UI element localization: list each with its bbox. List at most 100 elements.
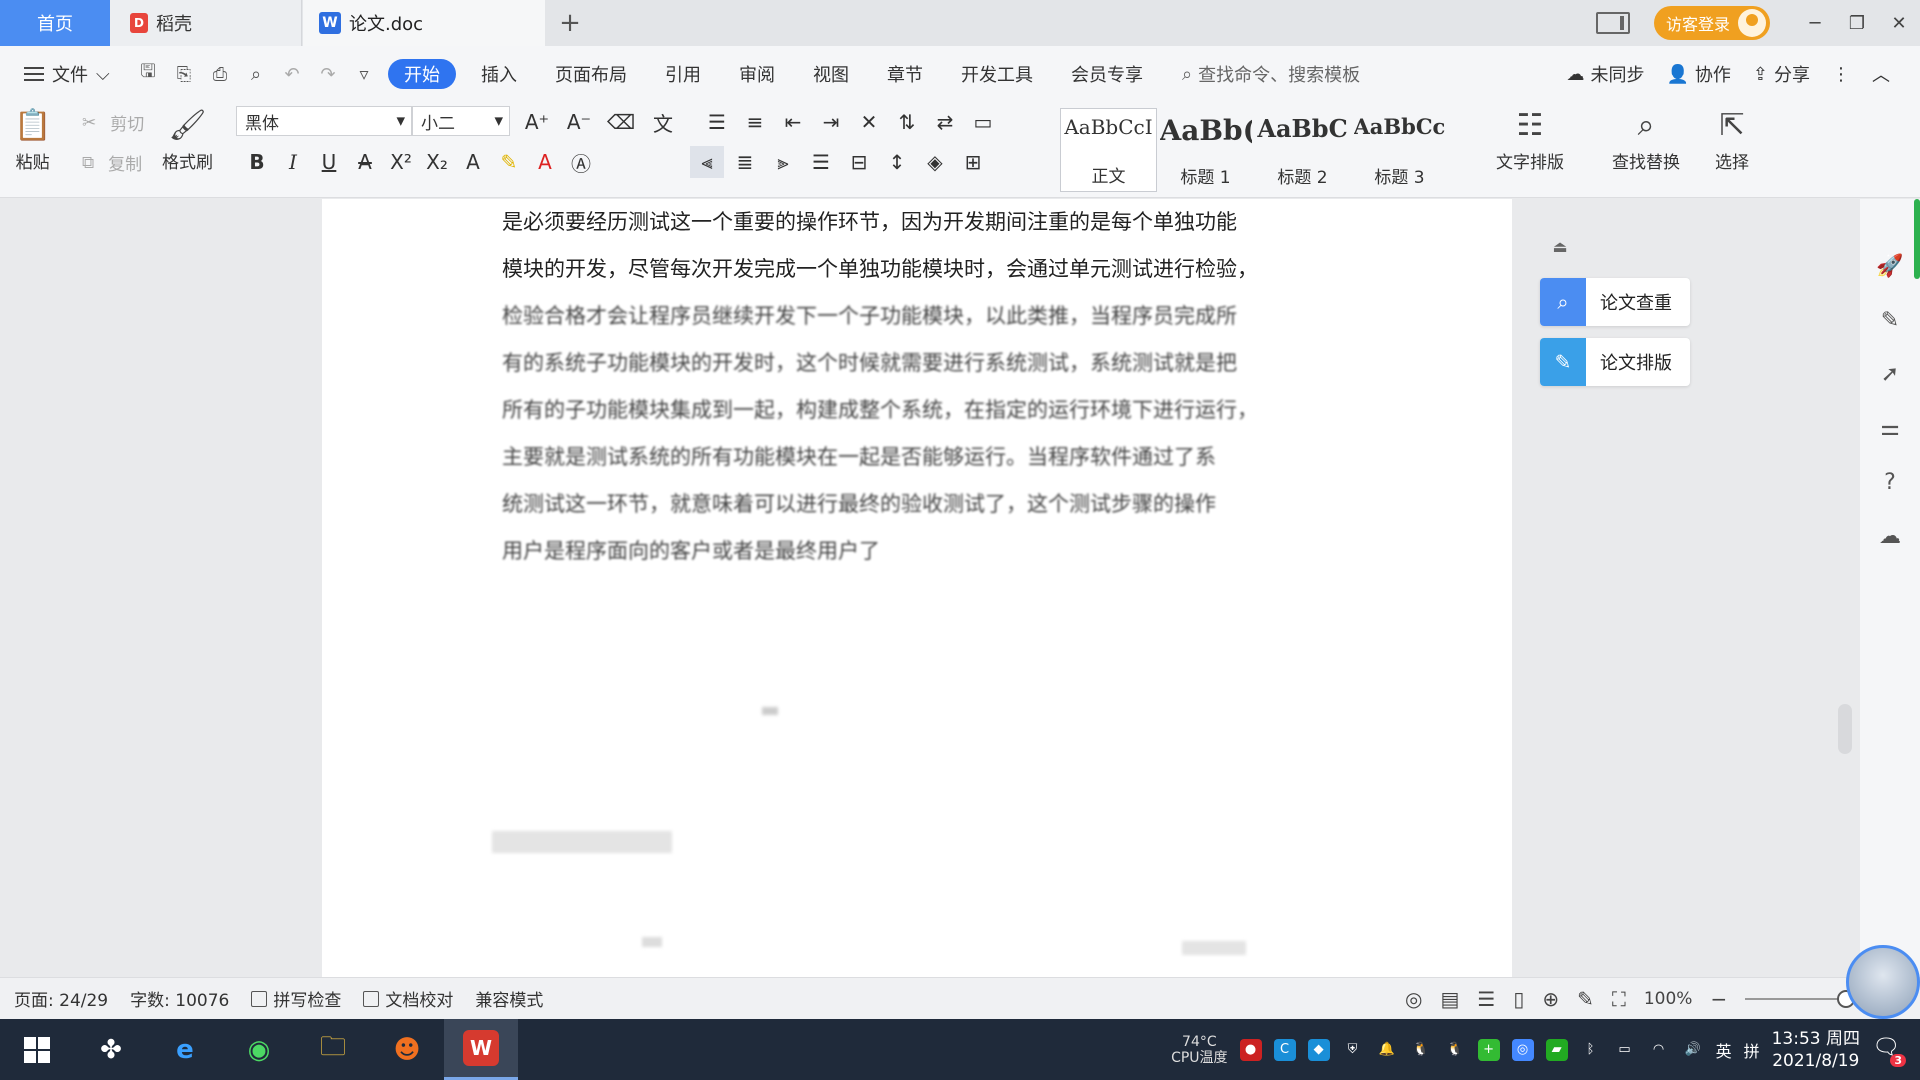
assistant-avatar[interactable] xyxy=(1846,945,1920,1019)
shading-icon[interactable]: ◈ xyxy=(918,146,952,178)
tray-app-icon[interactable]: C xyxy=(1273,1038,1296,1061)
write-view-icon[interactable]: ✎ xyxy=(1577,987,1594,1011)
tab-view[interactable]: 视图 xyxy=(794,59,868,89)
tray-app-icon[interactable]: ◆ xyxy=(1307,1038,1330,1061)
grow-font-icon[interactable]: A⁺ xyxy=(520,106,554,138)
shrink-font-icon[interactable]: A⁻ xyxy=(562,106,596,138)
word-count[interactable]: 字数: 10076 xyxy=(130,986,229,1011)
format-painter-button[interactable]: 🖌 格式刷 xyxy=(162,104,213,173)
font-name-select[interactable]: 黑体 ▾ xyxy=(236,106,412,136)
sync-button[interactable]: ☁ 未同步 xyxy=(1566,61,1644,87)
text-direction-icon[interactable]: ⇄ xyxy=(928,106,962,138)
command-search[interactable]: ⌕ 查找命令、搜索模板 xyxy=(1182,61,1360,87)
tab-page-layout[interactable]: 页面布局 xyxy=(536,59,646,89)
page-indicator[interactable]: 页面: 24/29 xyxy=(14,986,108,1011)
subscript-icon[interactable]: X₂ xyxy=(420,146,454,178)
thesis-check-button[interactable]: ⌕ 论文查重 xyxy=(1540,278,1690,326)
align-left-icon[interactable]: ⫷ xyxy=(690,146,724,178)
highlight-icon[interactable]: ✎ xyxy=(492,146,526,178)
volume-icon[interactable]: 🔊 xyxy=(1682,1039,1704,1061)
spell-check-toggle[interactable]: 拼写检查 xyxy=(251,986,341,1011)
eye-protection-icon[interactable]: ◎ xyxy=(1405,987,1422,1011)
share-button[interactable]: ⇪ 分享 xyxy=(1753,61,1810,87)
justify-icon[interactable]: ☰ xyxy=(804,146,838,178)
shield-icon[interactable]: ⛨ xyxy=(1342,1039,1364,1061)
bold-icon[interactable]: B xyxy=(240,146,274,178)
help-icon[interactable]: ? xyxy=(1860,455,1920,509)
taskbar-app-browser[interactable]: ◉ xyxy=(222,1019,296,1080)
bell-icon[interactable]: 🔔 xyxy=(1376,1039,1398,1061)
taskbar-app-explorer[interactable]: 🗀 xyxy=(296,1019,370,1080)
collapse-ribbon-button[interactable]: ︿ xyxy=(1872,61,1890,87)
document-page[interactable]: 是必须要经历测试这一个重要的操作环节，因为开发期间注重的是每个单独功能 模块的开… xyxy=(322,199,1512,977)
zoom-out-icon[interactable]: − xyxy=(1710,987,1727,1011)
pointer-icon[interactable]: ➚ xyxy=(1860,347,1920,401)
ime-indicator[interactable]: 拼 xyxy=(1744,1038,1760,1062)
undo-button[interactable]: ↶ xyxy=(274,59,310,89)
tab-insert[interactable]: 插入 xyxy=(462,59,536,89)
close-button[interactable]: ✕ xyxy=(1878,0,1920,46)
backup-icon[interactable]: ☁ xyxy=(1860,509,1920,563)
action-center-button[interactable]: 🗨 3 xyxy=(1872,1035,1906,1067)
customize-quick-access-button[interactable]: ▿ xyxy=(346,59,382,89)
save-button[interactable]: 🖫 xyxy=(130,59,166,89)
bullet-list-icon[interactable]: ☰ xyxy=(700,106,734,138)
tab-developer[interactable]: 开发工具 xyxy=(942,59,1052,89)
zoom-level[interactable]: 100% xyxy=(1644,989,1693,1009)
align-right-icon[interactable]: ⫸ xyxy=(766,146,800,178)
tab-document[interactable]: W 论文.doc xyxy=(303,0,545,46)
tab-member[interactable]: 会员专享 xyxy=(1052,59,1162,89)
paste-button[interactable]: 📋 粘贴 xyxy=(14,104,51,173)
font-color-icon[interactable]: A xyxy=(528,146,562,178)
thesis-layout-button[interactable]: ✎ 论文排版 xyxy=(1540,338,1690,386)
tray-app-icon[interactable]: ● xyxy=(1239,1038,1262,1061)
doc-proof-button[interactable]: 文档校对 xyxy=(363,986,453,1011)
fit-page-icon[interactable]: ⛶ xyxy=(1612,987,1626,1011)
page-view-icon[interactable]: ▤ xyxy=(1440,987,1459,1011)
select-button[interactable]: ⇱ 选择 xyxy=(1715,104,1749,173)
copy-button[interactable]: ⧉ 复制 xyxy=(82,150,142,176)
distributed-icon[interactable]: ⊟ xyxy=(842,146,876,178)
tab-daoke[interactable]: D 稻壳 xyxy=(110,0,302,46)
new-tab-button[interactable]: + xyxy=(550,0,590,46)
tray-app-icon[interactable]: + xyxy=(1477,1038,1500,1061)
chinese-layout-icon[interactable]: ✕ xyxy=(852,106,886,138)
numbered-list-icon[interactable]: ≡ xyxy=(738,106,772,138)
window-layout-icon[interactable] xyxy=(1595,12,1630,34)
print-preview-button[interactable]: ⌕ xyxy=(238,59,274,89)
taskbar-app-ie[interactable]: e xyxy=(148,1019,222,1080)
print-button[interactable]: ⎙ xyxy=(202,59,238,89)
ruler-icon[interactable]: ▭ xyxy=(966,106,1000,138)
italic-icon[interactable]: I xyxy=(276,146,310,178)
visitor-login-button[interactable]: 访客登录 xyxy=(1653,6,1770,40)
clock[interactable]: 13:53 周四 2021/8/19 xyxy=(1772,1028,1860,1072)
settings-sliders-icon[interactable]: ⚌ xyxy=(1860,401,1920,455)
phonetic-guide-icon[interactable]: 文 xyxy=(646,106,680,138)
pen-icon[interactable]: ✎ xyxy=(1860,293,1920,347)
style-heading-3[interactable]: AaBbCcl 标题 3 xyxy=(1351,108,1448,192)
find-replace-button[interactable]: ⌕ 查找替换 xyxy=(1612,104,1680,173)
clear-format-icon[interactable]: ⌫ xyxy=(604,106,638,138)
tab-chapter[interactable]: 章节 xyxy=(868,59,942,89)
line-spacing-icon[interactable]: ↕ xyxy=(880,146,914,178)
input-lang-indicator[interactable]: 英 xyxy=(1716,1038,1732,1062)
tray-app-icon[interactable]: ◎ xyxy=(1511,1038,1534,1061)
taskbar-app-game[interactable]: ☻ xyxy=(370,1019,444,1080)
style-heading-1[interactable]: AaBb( 标题 1 xyxy=(1157,108,1254,192)
nvidia-icon[interactable]: ▰ xyxy=(1545,1038,1568,1061)
superscript-icon[interactable]: X² xyxy=(384,146,418,178)
battery-icon[interactable]: ▭ xyxy=(1614,1039,1636,1061)
file-menu[interactable]: 文件 ⌵ xyxy=(0,61,130,87)
tab-home[interactable]: 首页 xyxy=(0,0,110,46)
style-heading-2[interactable]: AaBbC 标题 2 xyxy=(1254,108,1351,192)
panel-collapse-button[interactable]: ⏏ xyxy=(1545,232,1575,260)
tab-references[interactable]: 引用 xyxy=(646,59,720,89)
style-normal[interactable]: AaBbCcI 正文 xyxy=(1060,108,1157,192)
vertical-scrollbar[interactable] xyxy=(1835,199,1855,977)
cut-button[interactable]: ✂ 剪切 xyxy=(82,110,144,136)
rocket-icon[interactable]: 🚀 xyxy=(1860,239,1920,293)
minimize-button[interactable]: ─ xyxy=(1794,0,1836,46)
outline-view-icon[interactable]: ☰ xyxy=(1477,987,1495,1011)
export-button[interactable]: ⎘ xyxy=(166,59,202,89)
reading-view-icon[interactable]: ▯ xyxy=(1513,987,1524,1011)
